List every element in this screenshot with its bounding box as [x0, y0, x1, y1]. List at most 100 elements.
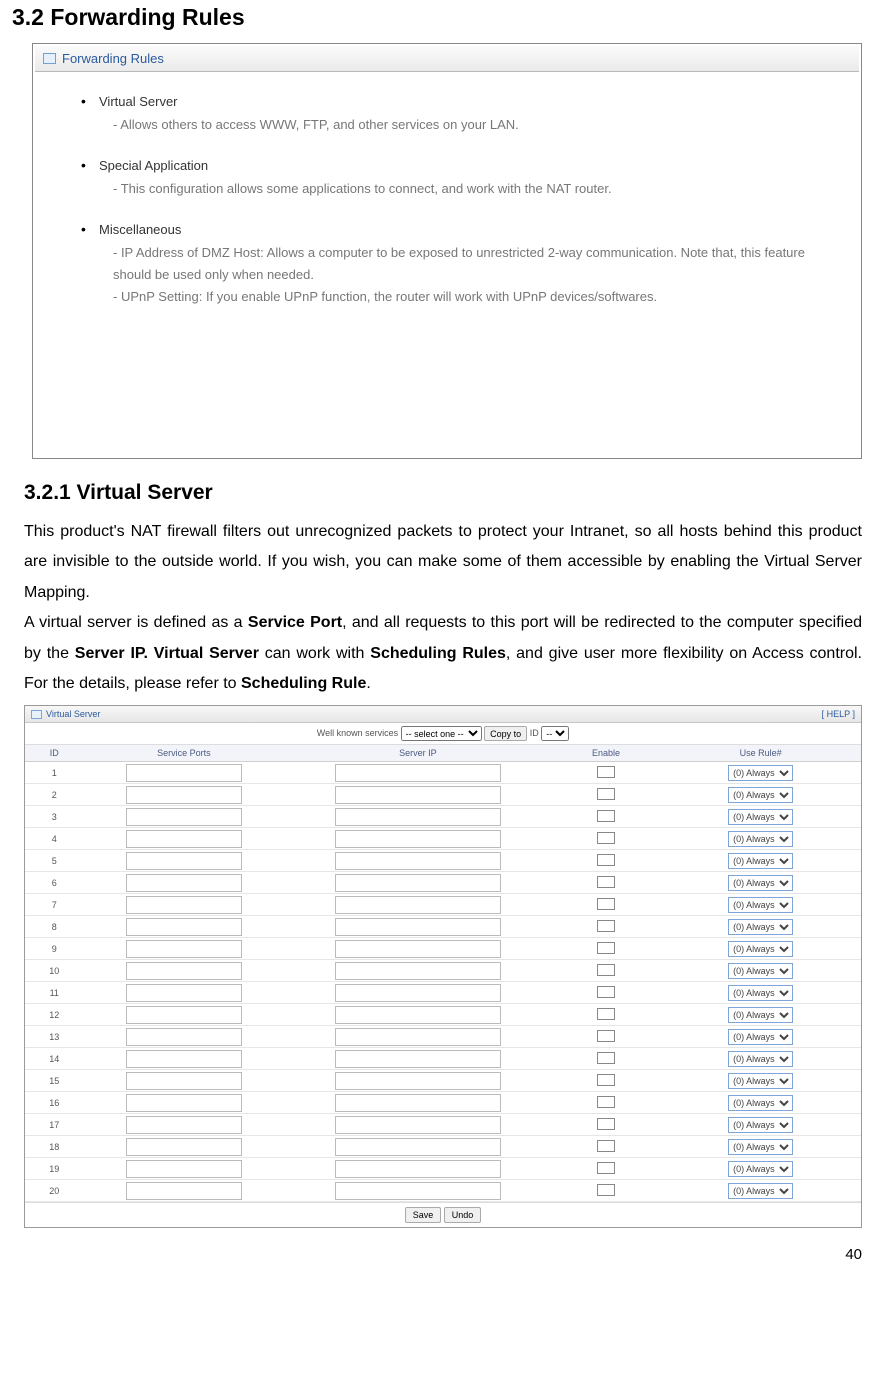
col-id: ID [25, 745, 84, 762]
enable-checkbox[interactable] [597, 1096, 615, 1108]
use-rule-select[interactable]: (0) Always [728, 963, 793, 979]
enable-checkbox[interactable] [597, 898, 615, 910]
server-ip-input[interactable] [335, 984, 501, 1002]
use-rule-select[interactable]: (0) Always [728, 831, 793, 847]
service-port-input[interactable] [126, 1028, 242, 1046]
enable-checkbox[interactable] [597, 942, 615, 954]
service-port-input[interactable] [126, 1182, 242, 1200]
server-ip-input[interactable] [335, 852, 501, 870]
use-rule-select[interactable]: (0) Always [728, 809, 793, 825]
server-ip-input[interactable] [335, 1094, 501, 1112]
use-rule-select[interactable]: (0) Always [728, 919, 793, 935]
service-port-input[interactable] [126, 1116, 242, 1134]
row-id: 17 [25, 1114, 84, 1136]
use-rule-select[interactable]: (0) Always [728, 1139, 793, 1155]
enable-checkbox[interactable] [597, 1118, 615, 1130]
use-rule-select[interactable]: (0) Always [728, 1007, 793, 1023]
use-rule-select[interactable]: (0) Always [728, 1073, 793, 1089]
use-rule-select[interactable]: (0) Always [728, 853, 793, 869]
enable-checkbox[interactable] [597, 1140, 615, 1152]
use-rule-select[interactable]: (0) Always [728, 1029, 793, 1045]
use-rule-select[interactable]: (0) Always [728, 1095, 793, 1111]
service-port-input[interactable] [126, 940, 242, 958]
service-port-input[interactable] [126, 1072, 242, 1090]
use-rule-select[interactable]: (0) Always [728, 765, 793, 781]
use-rule-select[interactable]: (0) Always [728, 897, 793, 913]
help-link[interactable]: [ HELP ] [822, 709, 855, 719]
enable-checkbox[interactable] [597, 788, 615, 800]
row-id: 9 [25, 938, 84, 960]
id-select[interactable]: -- [541, 726, 569, 741]
service-port-input[interactable] [126, 896, 242, 914]
use-rule-select[interactable]: (0) Always [728, 787, 793, 803]
forwarding-rules-list: Virtual Server - Allows others to access… [35, 72, 859, 338]
save-button[interactable]: Save [405, 1207, 442, 1223]
use-rule-select[interactable]: (0) Always [728, 1117, 793, 1133]
enable-checkbox[interactable] [597, 1184, 615, 1196]
service-port-input[interactable] [126, 984, 242, 1002]
enable-checkbox[interactable] [597, 832, 615, 844]
use-rule-select[interactable]: (0) Always [728, 1051, 793, 1067]
copy-to-button[interactable]: Copy to [484, 726, 527, 741]
enable-checkbox[interactable] [597, 1052, 615, 1064]
service-port-input[interactable] [126, 830, 242, 848]
use-rule-select[interactable]: (0) Always [728, 875, 793, 891]
service-port-input[interactable] [126, 1094, 242, 1112]
use-rule-select[interactable]: (0) Always [728, 941, 793, 957]
enable-checkbox[interactable] [597, 854, 615, 866]
service-port-input[interactable] [126, 786, 242, 804]
server-ip-input[interactable] [335, 1028, 501, 1046]
server-ip-input[interactable] [335, 1006, 501, 1024]
enable-checkbox[interactable] [597, 766, 615, 778]
server-ip-input[interactable] [335, 808, 501, 826]
server-ip-input[interactable] [335, 918, 501, 936]
enable-checkbox[interactable] [597, 986, 615, 998]
server-ip-input[interactable] [335, 896, 501, 914]
server-ip-input[interactable] [335, 940, 501, 958]
service-port-input[interactable] [126, 1050, 242, 1068]
enable-checkbox[interactable] [597, 1008, 615, 1020]
row-id: 20 [25, 1180, 84, 1202]
use-rule-select[interactable]: (0) Always [728, 1183, 793, 1199]
enable-checkbox[interactable] [597, 1162, 615, 1174]
server-ip-input[interactable] [335, 1050, 501, 1068]
service-port-input[interactable] [126, 1006, 242, 1024]
row-id: 12 [25, 1004, 84, 1026]
section-title: 3.2 Forwarding Rules [12, 4, 862, 31]
service-port-input[interactable] [126, 808, 242, 826]
use-rule-select[interactable]: (0) Always [728, 1161, 793, 1177]
enable-checkbox[interactable] [597, 920, 615, 932]
service-port-input[interactable] [126, 918, 242, 936]
server-ip-input[interactable] [335, 764, 501, 782]
server-ip-input[interactable] [335, 830, 501, 848]
table-row: 10(0) Always [25, 960, 861, 982]
server-ip-input[interactable] [335, 1160, 501, 1178]
well-known-select[interactable]: -- select one -- [401, 726, 482, 741]
enable-checkbox[interactable] [597, 876, 615, 888]
service-port-input[interactable] [126, 962, 242, 980]
body-p1: This product's NAT firewall filters out … [24, 523, 862, 601]
server-ip-input[interactable] [335, 1138, 501, 1156]
server-ip-input[interactable] [335, 1072, 501, 1090]
server-ip-input[interactable] [335, 874, 501, 892]
server-ip-input[interactable] [335, 1182, 501, 1200]
service-port-input[interactable] [126, 1160, 242, 1178]
service-port-input[interactable] [126, 1138, 242, 1156]
server-ip-input[interactable] [335, 962, 501, 980]
table-row: 18(0) Always [25, 1136, 861, 1158]
server-ip-input[interactable] [335, 1116, 501, 1134]
service-port-input[interactable] [126, 874, 242, 892]
use-rule-select[interactable]: (0) Always [728, 985, 793, 1001]
row-id: 4 [25, 828, 84, 850]
server-ip-input[interactable] [335, 786, 501, 804]
enable-checkbox[interactable] [597, 810, 615, 822]
enable-checkbox[interactable] [597, 1030, 615, 1042]
service-port-input[interactable] [126, 764, 242, 782]
id-label: ID [530, 728, 539, 738]
undo-button[interactable]: Undo [444, 1207, 482, 1223]
row-id: 3 [25, 806, 84, 828]
enable-checkbox[interactable] [597, 964, 615, 976]
row-id: 8 [25, 916, 84, 938]
service-port-input[interactable] [126, 852, 242, 870]
enable-checkbox[interactable] [597, 1074, 615, 1086]
